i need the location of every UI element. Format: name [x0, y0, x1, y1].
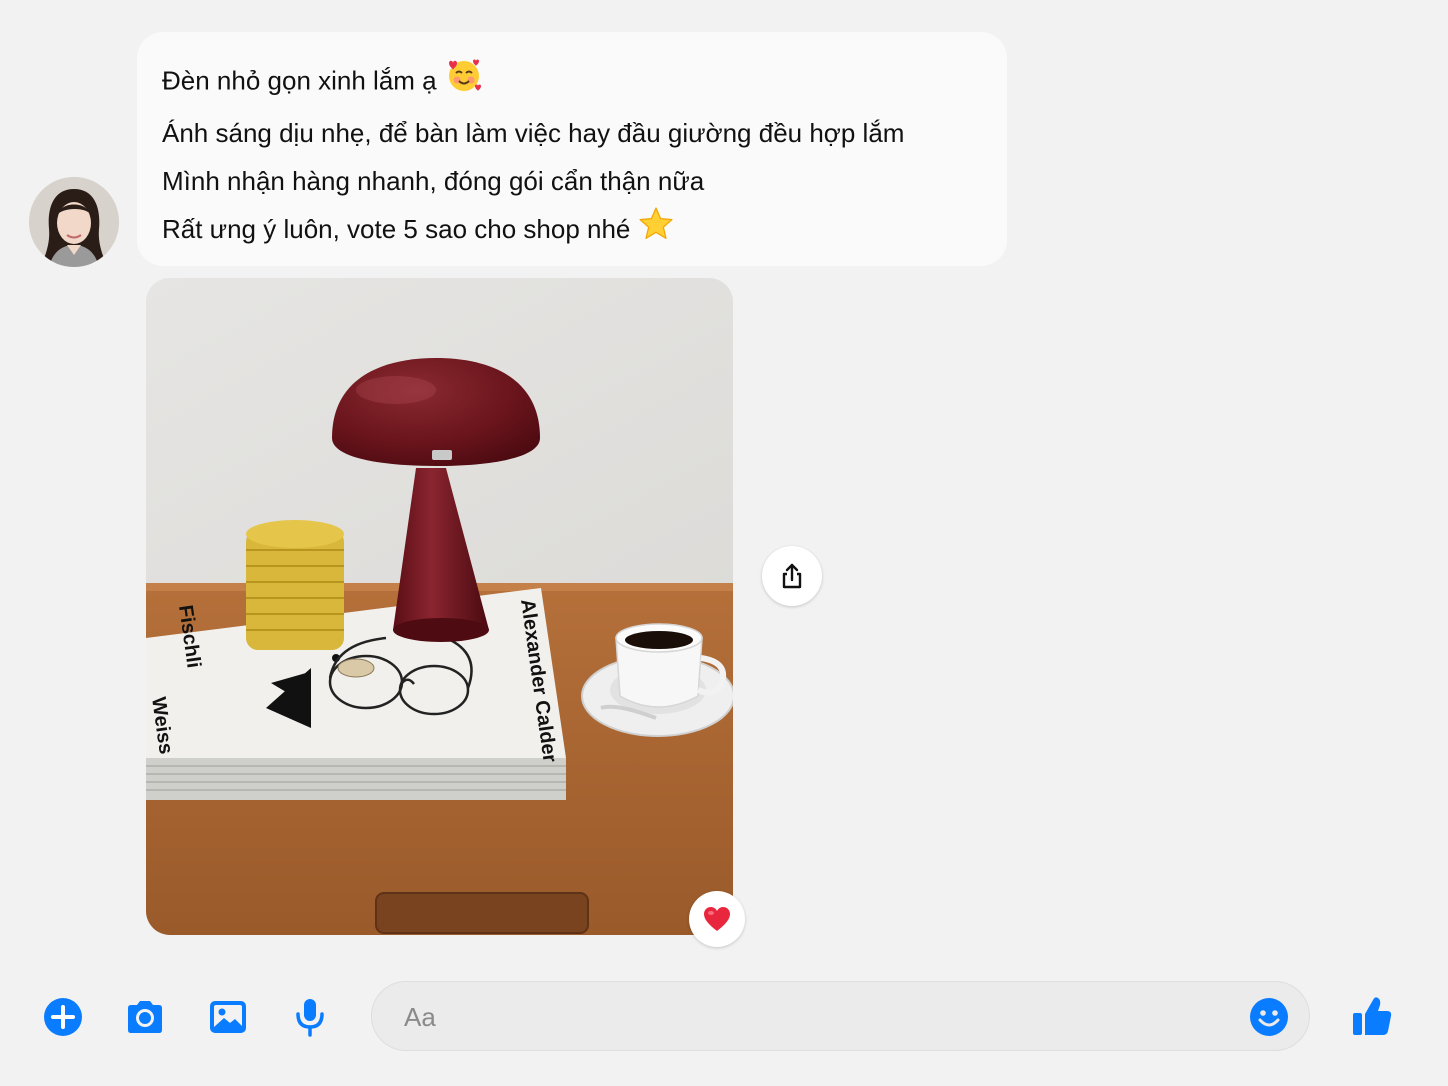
message-line: Rất ưng ý luôn, vote 5 sao cho shop nhé	[162, 205, 983, 257]
add-button[interactable]	[41, 995, 85, 1039]
photo-attachment[interactable]: Alexander Calder Fischli Weiss	[146, 278, 733, 935]
gallery-button[interactable]	[206, 995, 250, 1039]
heart-icon	[704, 907, 730, 931]
message-line: Đèn nhỏ gọn xinh lắm ạ	[162, 56, 983, 109]
message-line: Ánh sáng dịu nhẹ, để bàn làm việc hay đầ…	[162, 118, 905, 148]
smiling-face-with-hearts-icon	[445, 56, 483, 109]
plus-circle-icon	[44, 998, 82, 1036]
avatar-image	[29, 177, 119, 267]
message-line: Mình nhận hàng nhanh, đóng gói cẩn thận …	[162, 166, 705, 196]
camera-button[interactable]	[123, 995, 167, 1039]
share-icon	[782, 563, 802, 589]
voice-button[interactable]	[288, 995, 332, 1039]
image-icon	[210, 1001, 246, 1033]
avatar[interactable]	[29, 177, 119, 267]
smiley-icon	[1250, 998, 1288, 1036]
camera-icon	[128, 1001, 162, 1033]
star-icon	[638, 206, 674, 257]
reaction-badge[interactable]	[689, 891, 745, 947]
microphone-icon	[296, 999, 324, 1037]
message-bubble[interactable]: Đèn nhỏ gọn xinh lắm ạ Ánh sáng dịu nhẹ,…	[137, 32, 1007, 266]
thumbs-up-icon	[1353, 997, 1392, 1035]
message-input[interactable]	[402, 982, 1246, 1052]
emoji-button[interactable]	[1249, 997, 1289, 1037]
message-input-container	[371, 981, 1310, 1052]
lamp-photo: Alexander Calder Fischli Weiss	[146, 278, 733, 935]
like-button[interactable]	[1349, 993, 1395, 1039]
share-button[interactable]	[762, 546, 822, 606]
